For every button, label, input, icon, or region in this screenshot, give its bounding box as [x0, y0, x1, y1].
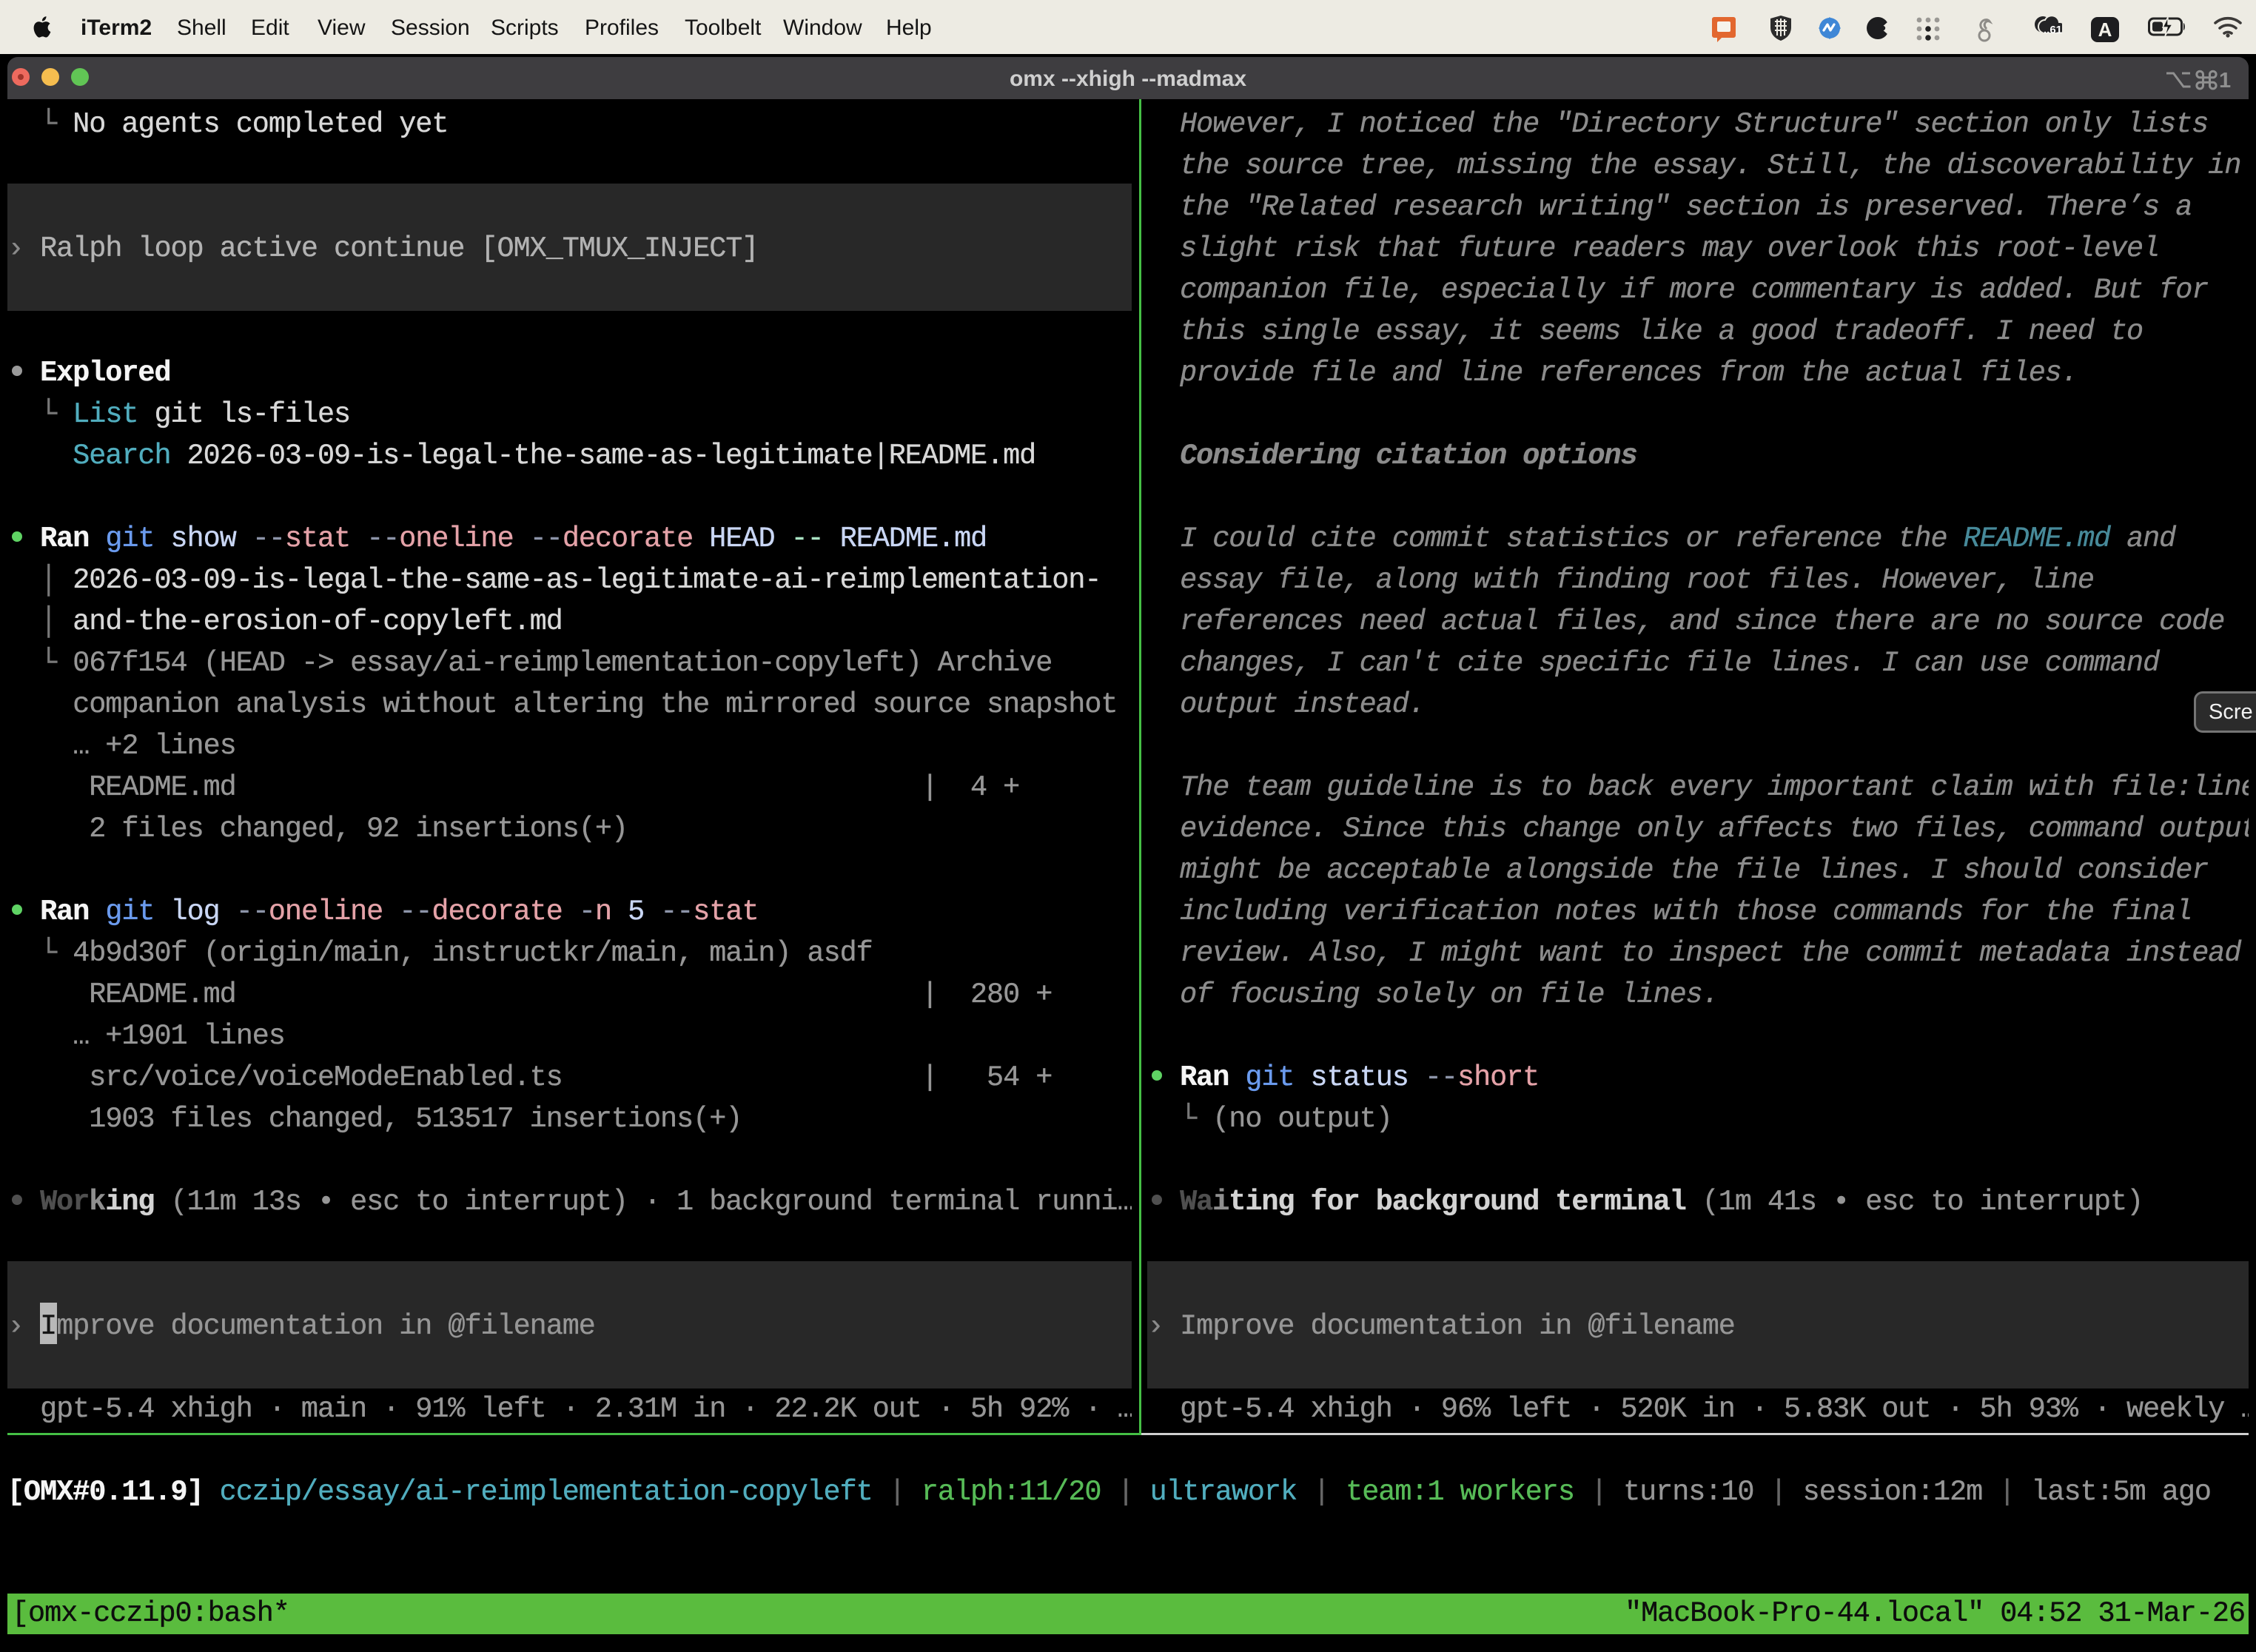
- svg-text:A: A: [2098, 19, 2112, 41]
- svg-text:1: 1: [2219, 69, 2231, 92]
- svg-text:..61: ..61: [2044, 24, 2062, 36]
